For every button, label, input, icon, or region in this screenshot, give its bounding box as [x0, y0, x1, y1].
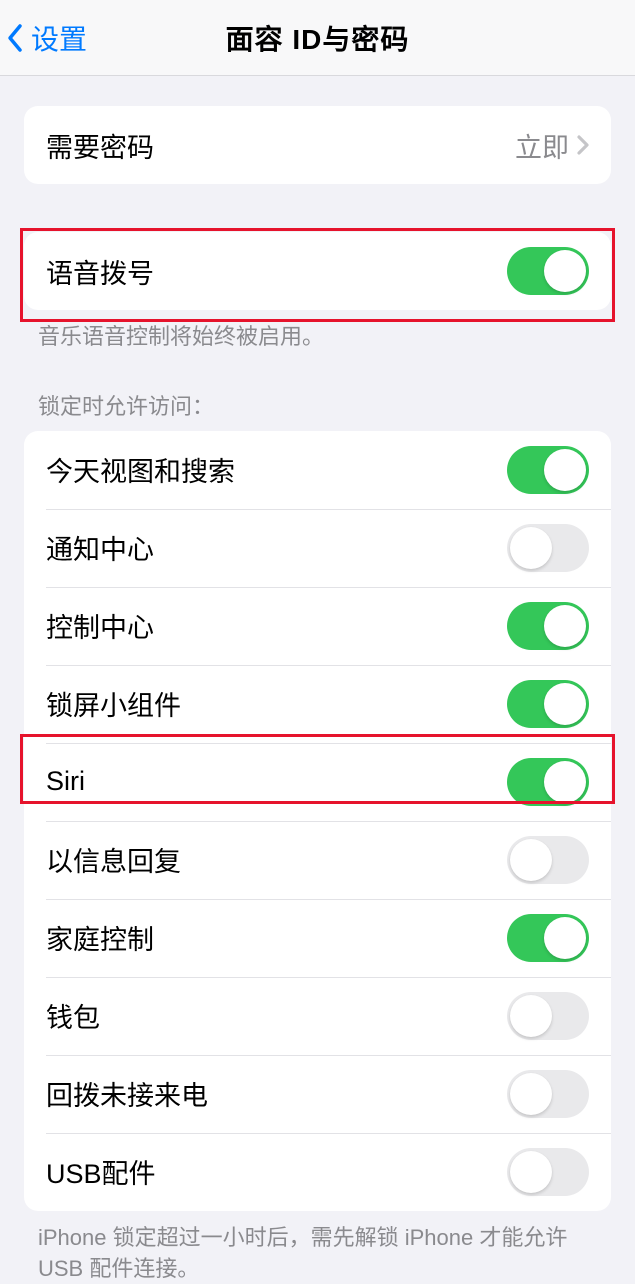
lock-access-row: 锁屏小组件	[24, 665, 611, 743]
lock-access-label: 回拨未接来电	[46, 1074, 507, 1113]
switch-knob	[544, 449, 586, 491]
lock-access-toggle[interactable]	[507, 758, 589, 806]
require-passcode-label: 需要密码	[46, 126, 515, 165]
switch-knob	[544, 683, 586, 725]
lock-access-toggle[interactable]	[507, 446, 589, 494]
lock-access-group: 今天视图和搜索通知中心控制中心锁屏小组件 Siri 以信息回复家庭控制钱包回拨未接来…	[24, 431, 611, 1211]
switch-knob	[544, 761, 586, 803]
nav-bar: 设置 面容 ID与密码	[0, 0, 635, 76]
lock-access-row: USB配件	[24, 1133, 611, 1211]
switch-knob	[510, 1151, 552, 1193]
lock-access-toggle[interactable]	[507, 1070, 589, 1118]
lock-access-toggle[interactable]	[507, 602, 589, 650]
lock-access-row: 钱包	[24, 977, 611, 1055]
voice-dial-row: 语音拨号	[24, 232, 611, 310]
switch-knob	[510, 527, 552, 569]
lock-access-row: 控制中心	[24, 587, 611, 665]
voice-dial-group: 语音拨号	[24, 232, 611, 310]
switch-knob	[544, 917, 586, 959]
lock-access-label: 通知中心	[46, 528, 507, 567]
lock-access-row: 以信息回复	[24, 821, 611, 899]
lock-access-row: 今天视图和搜索	[24, 431, 611, 509]
passcode-group: 需要密码 立即	[24, 106, 611, 184]
lock-access-row: Siri	[24, 743, 611, 821]
lock-access-row: 通知中心	[24, 509, 611, 587]
lock-access-label: 今天视图和搜索	[46, 450, 507, 489]
lock-access-label: USB配件	[46, 1152, 507, 1191]
switch-knob	[544, 250, 586, 292]
lock-access-label: 锁屏小组件	[46, 684, 507, 723]
switch-knob	[510, 839, 552, 881]
require-passcode-row[interactable]: 需要密码 立即	[24, 106, 611, 184]
lock-access-toggle[interactable]	[507, 836, 589, 884]
lock-access-toggle[interactable]	[507, 524, 589, 572]
lock-access-toggle[interactable]	[507, 992, 589, 1040]
lock-access-label: 以信息回复	[46, 840, 507, 879]
chevron-right-icon	[577, 135, 589, 155]
lock-access-toggle[interactable]	[507, 914, 589, 962]
lock-access-label: Siri	[46, 766, 507, 797]
switch-knob	[510, 1073, 552, 1115]
lock-access-header: 锁定时允许访问：	[38, 389, 597, 421]
voice-dial-label: 语音拨号	[46, 252, 507, 291]
lock-access-label: 家庭控制	[46, 918, 507, 957]
lock-access-footer: iPhone 锁定超过一小时后，需先解锁 iPhone 才能允许USB 配件连接…	[38, 1223, 597, 1284]
lock-access-row: 家庭控制	[24, 899, 611, 977]
lock-access-label: 控制中心	[46, 606, 507, 645]
voice-dial-footer: 音乐语音控制将始终被启用。	[38, 322, 597, 353]
lock-access-toggle[interactable]	[507, 1148, 589, 1196]
lock-access-row: 回拨未接来电	[24, 1055, 611, 1133]
switch-knob	[510, 995, 552, 1037]
lock-access-toggle[interactable]	[507, 680, 589, 728]
voice-dial-toggle[interactable]	[507, 247, 589, 295]
switch-knob	[544, 605, 586, 647]
page-title: 面容 ID与密码	[0, 18, 635, 58]
require-passcode-value: 立即	[515, 126, 569, 165]
lock-access-label: 钱包	[46, 996, 507, 1035]
